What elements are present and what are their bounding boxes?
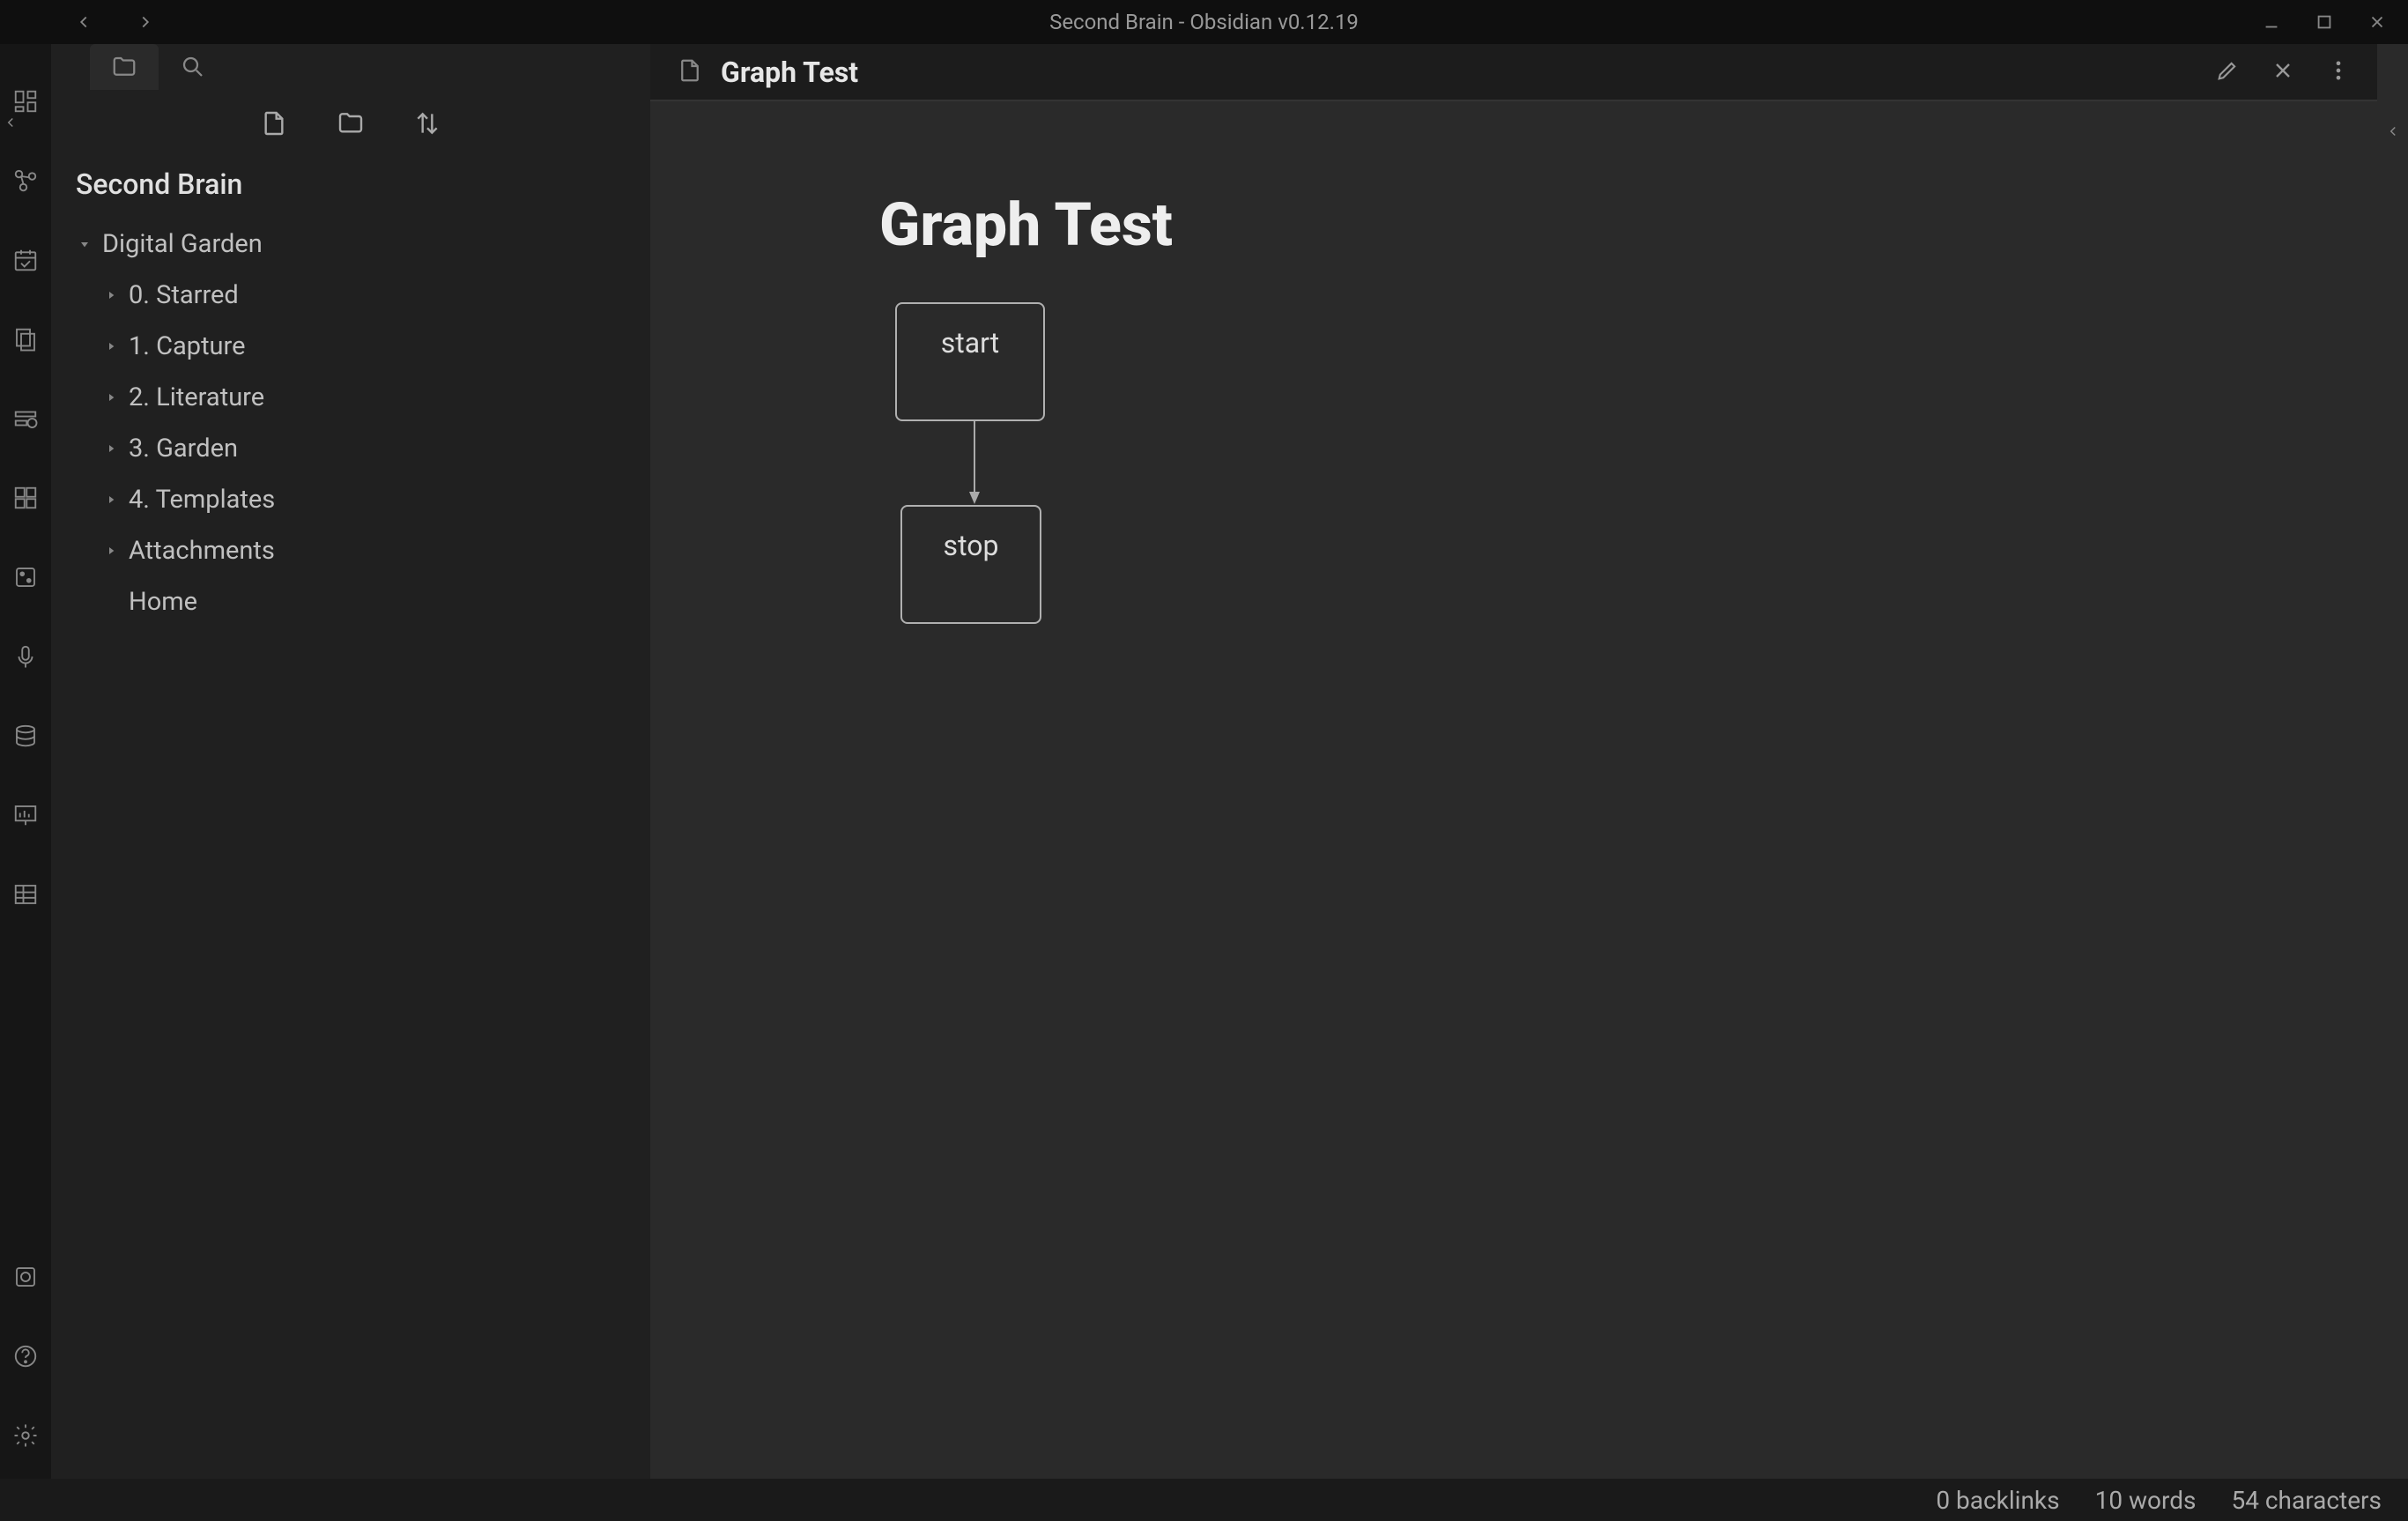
status-wordcount: 10 words (2095, 1486, 2197, 1515)
chevron-right-icon (93, 544, 129, 558)
collapse-left-icon[interactable] (3, 115, 19, 134)
new-note-icon[interactable] (260, 109, 288, 141)
sort-icon[interactable] (413, 109, 441, 141)
note-body: Graph Test start stop (650, 101, 2377, 1479)
nav-forward-button[interactable] (132, 9, 159, 35)
sidebar: Second Brain Digital Garden 0. Starred 1… (51, 44, 650, 1479)
presentation-icon[interactable] (12, 802, 39, 832)
note-heading: Graph Test (879, 189, 2148, 260)
tree-folder[interactable]: 2. Literature (93, 372, 650, 423)
workspaces-icon[interactable] (12, 485, 39, 515)
tab-header: Graph Test (650, 44, 2377, 101)
diagram-arrow-icon (967, 421, 982, 505)
file-icon (677, 57, 703, 87)
edit-mode-icon[interactable] (2215, 58, 2240, 86)
window-title: Second Brain - Obsidian v0.12.19 (1049, 10, 1359, 34)
tree-file[interactable]: Home (93, 576, 650, 627)
diagram-node-start: start (895, 302, 1045, 421)
tree-folder-label: 3. Garden (129, 434, 238, 464)
tree-folder[interactable]: 4. Templates (93, 474, 650, 525)
tree-folder-label: Digital Garden (102, 229, 263, 259)
status-backlinks[interactable]: 0 backlinks (1936, 1486, 2059, 1515)
tree-folder-label: 0. Starred (129, 280, 239, 310)
tree-folder[interactable]: 0. Starred (93, 270, 650, 321)
tree-folder-label: 4. Templates (129, 485, 275, 515)
maximize-button[interactable] (2311, 9, 2338, 35)
templates-icon[interactable] (12, 326, 39, 356)
tree-file-label: Home (129, 587, 197, 617)
database-icon[interactable] (12, 723, 39, 753)
tree-folder[interactable]: 1. Capture (93, 321, 650, 372)
statusbar: 0 backlinks 10 words 54 characters (0, 1479, 2408, 1521)
chevron-right-icon (93, 493, 129, 507)
daily-note-icon[interactable] (12, 247, 39, 277)
help-icon[interactable] (12, 1343, 39, 1373)
file-explorer-tab[interactable] (90, 44, 159, 90)
quick-switcher-icon[interactable] (12, 88, 39, 118)
command-palette-icon[interactable] (12, 405, 39, 435)
main-pane: Graph Test Graph Test start (650, 44, 2408, 1479)
status-charcount: 54 characters (2231, 1486, 2382, 1515)
search-tab[interactable] (159, 44, 227, 90)
vault-icon[interactable] (12, 1264, 39, 1294)
chevron-right-icon (93, 441, 129, 456)
diagram-node-stop: stop (900, 505, 1041, 624)
dice-icon[interactable] (12, 564, 39, 594)
close-window-button[interactable] (2364, 9, 2390, 35)
tree-folder-label: Attachments (129, 536, 275, 566)
graph-view-icon[interactable] (12, 167, 39, 197)
tree-folder[interactable]: 3. Garden (93, 423, 650, 474)
audio-recorder-icon[interactable] (12, 643, 39, 673)
chevron-right-icon (93, 339, 129, 353)
chevron-right-icon (93, 288, 129, 302)
more-options-icon[interactable] (2326, 58, 2351, 86)
minimize-button[interactable] (2258, 9, 2285, 35)
file-tree: Digital Garden 0. Starred 1. Capture 2. … (51, 219, 650, 627)
titlebar: Second Brain - Obsidian v0.12.19 (0, 0, 2408, 44)
chevron-right-icon (93, 390, 129, 404)
chevron-down-icon (67, 237, 102, 251)
mermaid-diagram: start stop (879, 302, 1144, 655)
nav-back-button[interactable] (70, 9, 97, 35)
close-tab-icon[interactable] (2271, 58, 2295, 86)
tree-folder-label: 2. Literature (129, 382, 264, 412)
collapse-right-icon[interactable] (2377, 44, 2408, 1479)
settings-icon[interactable] (12, 1422, 39, 1452)
ribbon (0, 44, 51, 1479)
vault-name: Second Brain (51, 160, 650, 219)
new-folder-icon[interactable] (337, 109, 365, 141)
tab-title: Graph Test (721, 56, 858, 89)
tree-folder-label: 1. Capture (129, 331, 245, 361)
tree-folder[interactable]: Attachments (93, 525, 650, 576)
table-icon[interactable] (12, 881, 39, 911)
tree-folder-root[interactable]: Digital Garden (67, 219, 650, 270)
